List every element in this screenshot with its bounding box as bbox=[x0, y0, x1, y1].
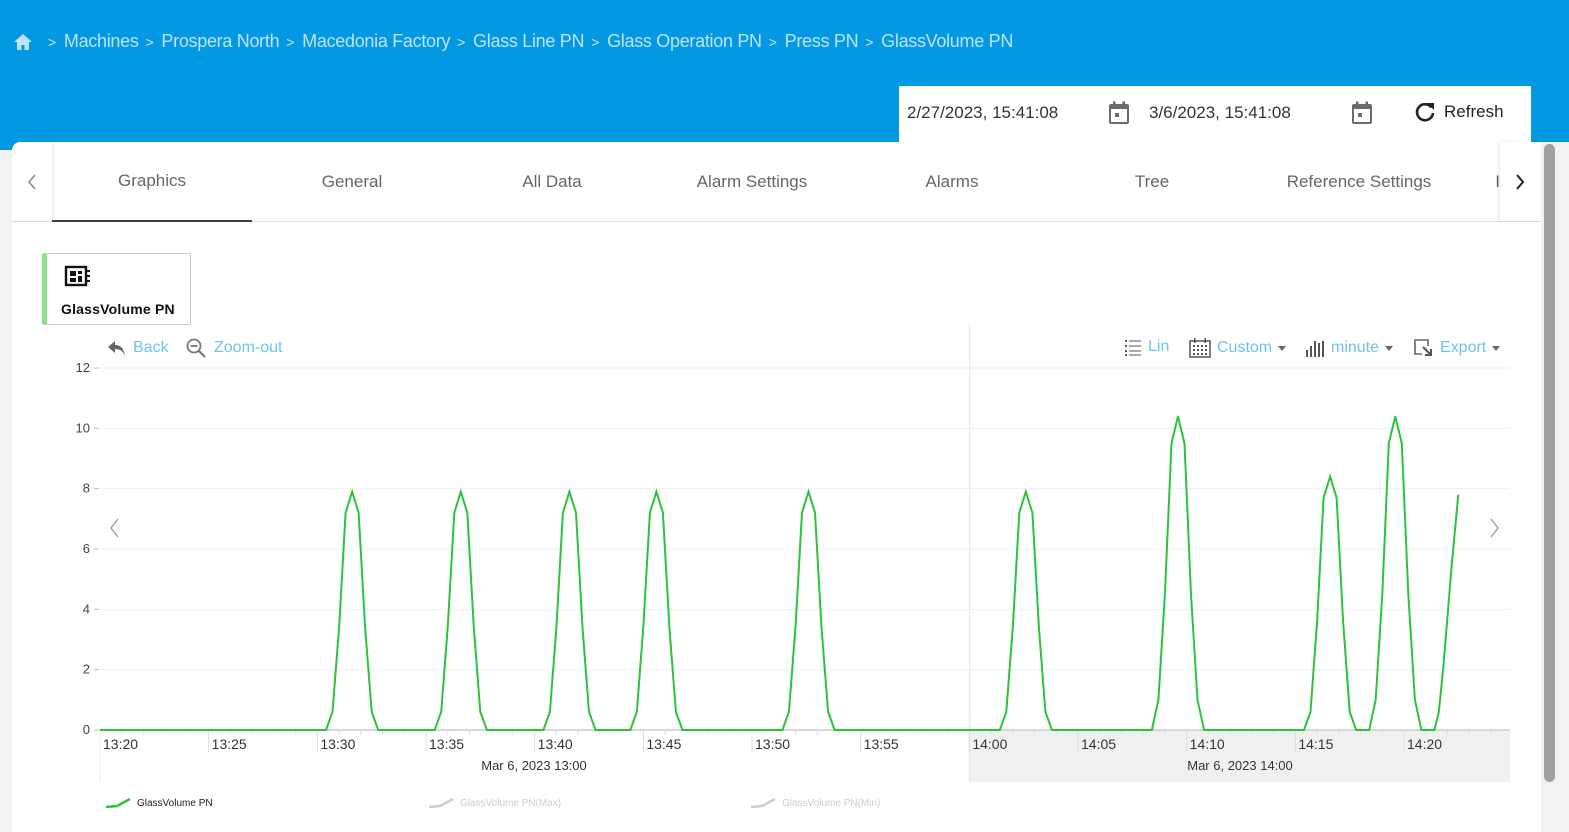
back-label: Back bbox=[133, 339, 169, 356]
calendar-grid-icon bbox=[1189, 338, 1211, 358]
legend-label: GlassVolume PN(Min) bbox=[782, 797, 881, 809]
sensor-card[interactable]: GlassVolume PN bbox=[42, 253, 191, 325]
content-card: Graphics General All Data Alarm Settings… bbox=[12, 142, 1541, 832]
list-icon bbox=[1125, 340, 1141, 356]
back-button[interactable]: Back bbox=[107, 338, 169, 358]
caret-down-icon bbox=[1492, 345, 1501, 351]
legend-item[interactable]: GlassVolume PN bbox=[105, 797, 213, 809]
breadcrumb-separator: > bbox=[48, 33, 56, 50]
refresh-button[interactable]: Refresh bbox=[1414, 101, 1504, 123]
tab-scroll-left-button[interactable] bbox=[12, 142, 52, 221]
breadcrumb-separator: > bbox=[286, 33, 295, 50]
range-dropdown[interactable]: Custom bbox=[1189, 338, 1287, 358]
tab-partial[interactable]: I bbox=[1396, 142, 1516, 222]
breadcrumb: > Machines > Prospera North > Macedonia Facto… bbox=[13, 31, 1013, 52]
export-dropdown[interactable]: Export bbox=[1413, 338, 1501, 358]
tab-alarm-settings[interactable]: Alarm Settings bbox=[652, 142, 852, 222]
breadcrumb-item[interactable]: GlassVolume PN bbox=[881, 31, 1013, 52]
refresh-icon bbox=[1415, 102, 1435, 122]
legend-line-icon bbox=[105, 797, 131, 809]
interval-label: minute bbox=[1331, 339, 1380, 356]
breadcrumb-item[interactable]: Prospera North bbox=[161, 31, 279, 52]
back-arrow-icon bbox=[108, 341, 125, 356]
sensor-card-label: GlassVolume PN bbox=[61, 301, 175, 317]
legend-label: GlassVolume PN bbox=[137, 797, 213, 809]
date-range-bar: 2/27/2023, 15:41:08 3/6/2023, 15:41:08 R… bbox=[899, 86, 1531, 142]
home-icon[interactable] bbox=[13, 33, 33, 51]
tab-tree[interactable]: Tree bbox=[1052, 142, 1252, 222]
zoom-out-icon bbox=[186, 338, 206, 358]
zoom-out-label: Zoom-out bbox=[214, 339, 283, 356]
breadcrumb-separator: > bbox=[457, 33, 466, 50]
legend-item[interactable]: GlassVolume PN(Min) bbox=[750, 797, 880, 809]
tab-general[interactable]: General bbox=[252, 142, 452, 222]
tab-bar: Graphics General All Data Alarm Settings… bbox=[12, 142, 1541, 222]
tab-all-data[interactable]: All Data bbox=[452, 142, 652, 222]
breadcrumb-separator: > bbox=[865, 33, 874, 50]
start-calendar-icon[interactable] bbox=[1108, 101, 1130, 125]
legend-line-icon bbox=[428, 797, 454, 809]
breadcrumb-separator: > bbox=[145, 33, 154, 50]
tab-scroll-right-button[interactable] bbox=[1500, 142, 1540, 221]
tab-alarms[interactable]: Alarms bbox=[852, 142, 1052, 222]
caret-down-icon bbox=[1385, 345, 1394, 351]
breadcrumb-item[interactable]: Machines bbox=[64, 31, 139, 52]
scale-toggle-button[interactable]: Lin bbox=[1124, 338, 1169, 356]
bar-chart-icon bbox=[1306, 341, 1324, 357]
scale-label: Lin bbox=[1148, 338, 1170, 355]
end-calendar-icon[interactable] bbox=[1351, 101, 1373, 125]
breadcrumb-item[interactable]: Glass Operation PN bbox=[607, 31, 762, 52]
range-label: Custom bbox=[1217, 339, 1273, 356]
legend-label: GlassVolume PN(Max) bbox=[460, 797, 562, 809]
legend-item[interactable]: GlassVolume PN(Max) bbox=[428, 797, 561, 809]
start-date-input[interactable]: 2/27/2023, 15:41:08 bbox=[907, 103, 1058, 123]
breadcrumb-item[interactable]: Macedonia Factory bbox=[302, 31, 450, 52]
breadcrumb-separator: > bbox=[768, 33, 777, 50]
chevron-right-icon bbox=[1516, 173, 1525, 190]
export-label: Export bbox=[1440, 339, 1487, 356]
export-icon bbox=[1414, 339, 1432, 356]
breadcrumb-item[interactable]: Glass Line PN bbox=[473, 31, 584, 52]
legend-line-icon bbox=[750, 797, 776, 809]
breadcrumb-separator: > bbox=[591, 33, 600, 50]
zoom-out-button[interactable]: Zoom-out bbox=[186, 338, 282, 358]
vertical-scrollbar[interactable] bbox=[1544, 144, 1555, 782]
end-date-input[interactable]: 3/6/2023, 15:41:08 bbox=[1149, 103, 1291, 123]
refresh-label: Refresh bbox=[1444, 102, 1504, 121]
caret-down-icon bbox=[1278, 345, 1287, 351]
chevron-left-icon bbox=[27, 173, 36, 190]
tab-graphics[interactable]: Graphics bbox=[52, 142, 252, 222]
interval-dropdown[interactable]: minute bbox=[1305, 338, 1394, 358]
breadcrumb-item[interactable]: Press PN bbox=[785, 31, 859, 52]
sensor-widget-icon bbox=[64, 265, 90, 287]
